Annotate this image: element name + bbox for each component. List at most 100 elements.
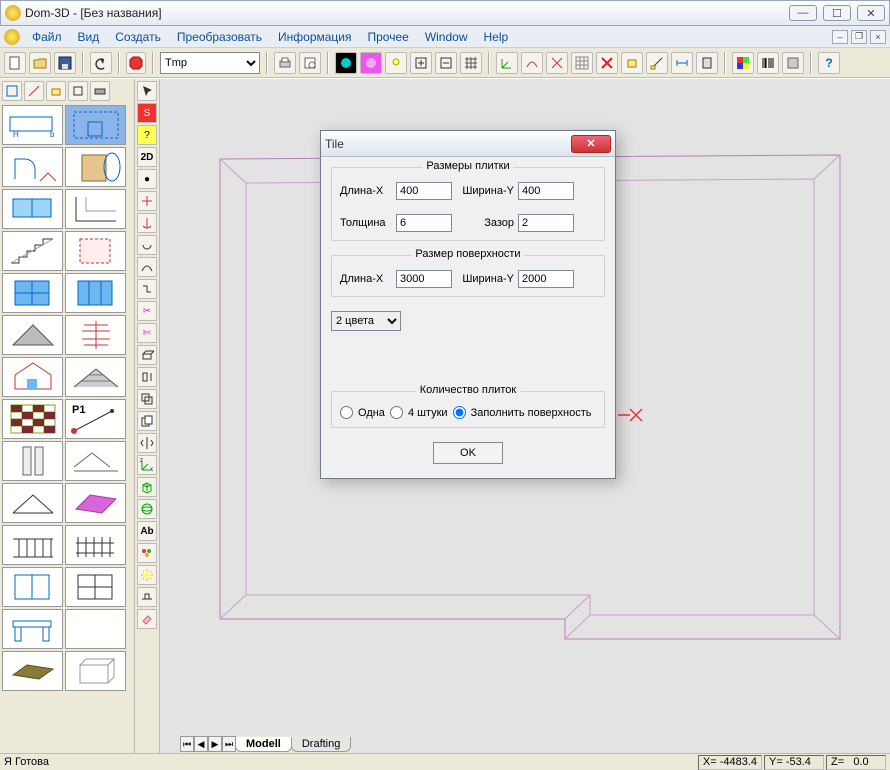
palette-window-grid[interactable] bbox=[2, 273, 63, 313]
menu-other[interactable]: Прочее bbox=[360, 28, 417, 46]
palette-stairs[interactable] bbox=[2, 231, 63, 271]
color-count-select[interactable]: 2 цвета bbox=[331, 311, 401, 331]
mdi-restore-button[interactable]: ❐ bbox=[851, 30, 867, 44]
move-icon[interactable] bbox=[546, 52, 568, 74]
palette-tool-4[interactable] bbox=[68, 81, 88, 101]
light-icon[interactable] bbox=[385, 52, 407, 74]
input-width-y[interactable] bbox=[518, 182, 574, 200]
sphere-icon[interactable] bbox=[137, 499, 157, 519]
menu-view[interactable]: Вид bbox=[70, 28, 108, 46]
palette-wall[interactable]: Hb bbox=[2, 105, 63, 145]
delete-icon[interactable] bbox=[596, 52, 618, 74]
open-file-icon[interactable] bbox=[29, 52, 51, 74]
menu-window[interactable]: Window bbox=[417, 28, 476, 46]
palette-gable[interactable] bbox=[2, 483, 63, 523]
print-icon[interactable] bbox=[274, 52, 296, 74]
dimension-icon[interactable] bbox=[671, 52, 693, 74]
palette-tool-5[interactable] bbox=[90, 81, 110, 101]
2d-mode[interactable]: 2D bbox=[137, 147, 157, 167]
palette-floorplan[interactable] bbox=[65, 105, 126, 145]
zoom-out-icon[interactable] bbox=[435, 52, 457, 74]
undo-icon[interactable] bbox=[90, 52, 112, 74]
mirror-icon[interactable] bbox=[137, 433, 157, 453]
cut-icon[interactable]: ✄ bbox=[137, 323, 157, 343]
radio-four[interactable] bbox=[390, 406, 403, 419]
mdi-close-button[interactable]: × bbox=[870, 30, 886, 44]
rotate-icon[interactable] bbox=[137, 235, 157, 255]
palette-tool-1[interactable] bbox=[2, 81, 22, 101]
menu-file[interactable]: Файл bbox=[24, 28, 70, 46]
palette-surface[interactable] bbox=[65, 483, 126, 523]
mdi-minimize-button[interactable]: – bbox=[832, 30, 848, 44]
tab-modell[interactable]: Modell bbox=[235, 737, 292, 752]
material-icon[interactable] bbox=[360, 52, 382, 74]
scissors-icon[interactable]: ✂ bbox=[137, 301, 157, 321]
palette-spiral-stairs[interactable] bbox=[65, 315, 126, 355]
dialog-close-button[interactable]: ✕ bbox=[571, 135, 611, 153]
print-preview-icon[interactable] bbox=[299, 52, 321, 74]
app-menu-icon[interactable] bbox=[4, 29, 20, 45]
arc-icon[interactable] bbox=[521, 52, 543, 74]
input-gap[interactable] bbox=[518, 214, 574, 232]
palette-roof-grid[interactable] bbox=[65, 357, 126, 397]
maximize-button[interactable]: ☐ bbox=[823, 5, 851, 21]
curve-icon[interactable] bbox=[137, 257, 157, 277]
pointer-icon[interactable] bbox=[137, 81, 157, 101]
save-icon[interactable] bbox=[54, 52, 76, 74]
palette-box[interactable] bbox=[65, 651, 126, 691]
tab-drafting[interactable]: Drafting bbox=[291, 737, 352, 752]
help-button[interactable]: ? bbox=[818, 52, 840, 74]
layers-icon[interactable] bbox=[621, 52, 643, 74]
tab-next-button[interactable]: ▶ bbox=[208, 736, 222, 752]
palette-door[interactable] bbox=[65, 147, 126, 187]
level-icon[interactable] bbox=[137, 587, 157, 607]
connector-icon[interactable] bbox=[137, 279, 157, 299]
input-thickness[interactable] bbox=[396, 214, 452, 232]
palette-blank-1[interactable] bbox=[65, 609, 126, 649]
eraser-icon[interactable] bbox=[137, 609, 157, 629]
radio-fill[interactable] bbox=[453, 406, 466, 419]
palette-trim[interactable] bbox=[65, 441, 126, 481]
stop-tool-icon[interactable]: S bbox=[137, 103, 157, 123]
tab-prev-button[interactable]: ◀ bbox=[194, 736, 208, 752]
palette-window-2[interactable] bbox=[65, 273, 126, 313]
offset-icon[interactable] bbox=[137, 389, 157, 409]
colors-icon[interactable] bbox=[137, 543, 157, 563]
render-icon[interactable] bbox=[335, 52, 357, 74]
palette-roof[interactable] bbox=[2, 315, 63, 355]
help-tool-icon[interactable]: ? bbox=[137, 125, 157, 145]
tab-first-button[interactable]: ⏮ bbox=[180, 736, 194, 752]
axis-icon[interactable] bbox=[496, 52, 518, 74]
layer-select[interactable]: Tmp bbox=[160, 52, 260, 74]
snap-grid-icon[interactable] bbox=[571, 52, 593, 74]
move-axes-icon[interactable] bbox=[137, 191, 157, 211]
tab-last-button[interactable]: ⏭ bbox=[222, 736, 236, 752]
stop-icon[interactable] bbox=[126, 52, 146, 74]
zoom-in-icon[interactable] bbox=[410, 52, 432, 74]
anchor-icon[interactable] bbox=[137, 213, 157, 233]
palette-slab[interactable] bbox=[2, 651, 63, 691]
palette-fence[interactable] bbox=[65, 525, 126, 565]
menu-transform[interactable]: Преобразовать bbox=[169, 28, 270, 46]
palette-column[interactable] bbox=[2, 441, 63, 481]
color-map-icon[interactable] bbox=[732, 52, 754, 74]
radio-one[interactable] bbox=[340, 406, 353, 419]
input-surf-width[interactable] bbox=[518, 270, 574, 288]
flip-icon[interactable] bbox=[137, 367, 157, 387]
palette-window[interactable] bbox=[2, 189, 63, 229]
calc-icon[interactable] bbox=[696, 52, 718, 74]
measure-icon[interactable] bbox=[646, 52, 668, 74]
cube-icon[interactable] bbox=[137, 477, 157, 497]
palette-tool-3[interactable] bbox=[46, 81, 66, 101]
palette-opening[interactable] bbox=[65, 231, 126, 271]
palette-p1[interactable]: P1 bbox=[65, 399, 126, 439]
new-file-icon[interactable] bbox=[4, 52, 26, 74]
palette-railing[interactable] bbox=[2, 525, 63, 565]
grid-icon[interactable] bbox=[460, 52, 482, 74]
input-length-x[interactable] bbox=[396, 182, 452, 200]
extrude-icon[interactable] bbox=[137, 345, 157, 365]
minimize-button[interactable]: — bbox=[789, 5, 817, 21]
text-tool[interactable]: Ab bbox=[137, 521, 157, 541]
palette-desk[interactable] bbox=[2, 609, 63, 649]
copy-icon[interactable] bbox=[137, 411, 157, 431]
